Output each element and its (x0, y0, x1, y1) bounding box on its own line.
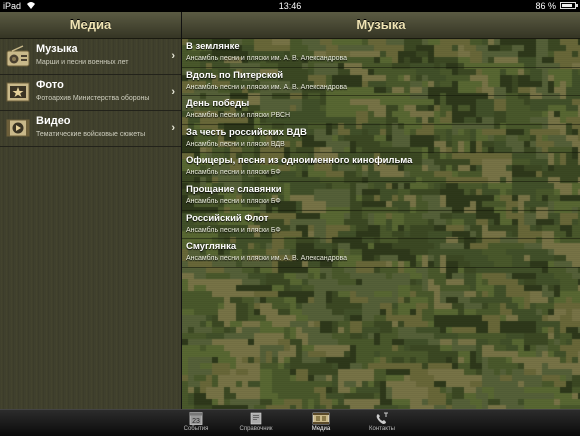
track-title: В землянке (186, 41, 240, 52)
track-title: Прощание славянки (186, 184, 282, 195)
track-title: День победы (186, 98, 250, 110)
track-row[interactable]: Вдоль по Питерской Ансамбль песни и пляск… (182, 68, 580, 97)
track-artist: Ансамбль песни и пляски РВСН (186, 112, 291, 120)
tab-label: Медиа (311, 426, 331, 432)
radio-icon (6, 45, 30, 67)
calendar-icon: 23 (189, 412, 203, 425)
track-title: Российский Флот (186, 212, 269, 224)
menu-item-subtitle: Тематические войсковые сюжеты (36, 131, 146, 138)
media-header: Медиа (0, 12, 181, 39)
tab-events[interactable]: 23 События (166, 410, 226, 436)
status-bar: iPad 13:46 86 % (0, 0, 580, 12)
tab-media[interactable]: Медиа (291, 410, 351, 436)
chevron-right-icon: › (171, 122, 175, 134)
menu-item-video[interactable]: Видео Тематические войсковые сюжеты › (0, 111, 181, 147)
tab-label: Справочник (239, 426, 273, 432)
tab-contacts[interactable]: Контакты (352, 410, 412, 436)
phone-icon (376, 412, 388, 424)
chevron-right-icon: › (171, 86, 175, 98)
tab-label: События (183, 426, 209, 432)
track-artist: Ансамбль песни и пляски им. А. В. Алекса… (186, 255, 348, 263)
book-icon (250, 412, 262, 425)
film-icon (312, 412, 330, 425)
clock: 13:46 (278, 1, 302, 11)
track-row[interactable]: Офицеры, песня из одноименного кинофильм… (182, 153, 580, 182)
track-artist: Ансамбль песни и пляски им. А. В. Алекса… (186, 55, 348, 62)
track-list: В землянке Ансамбль песни и пляски им. А.… (182, 39, 580, 409)
tab-label: Контакты (369, 426, 395, 432)
music-header: Музыка (182, 12, 580, 39)
chevron-right-icon: › (171, 50, 175, 62)
track-title: За честь российских ВДВ (186, 126, 307, 138)
menu-item-photo[interactable]: Фото Фотоархив Министерства обороны › (0, 75, 181, 111)
track-title: Смуглянка (186, 241, 237, 253)
menu-item-subtitle: Марши и песни военных лет (36, 59, 129, 66)
media-menu: Музыка Марши и песни военных лет › Фото … (0, 39, 181, 409)
track-row[interactable]: День победы Ансамбль песни и пляски РВСН (182, 96, 580, 125)
track-title: Вдоль по Питерской (186, 69, 284, 81)
menu-item-subtitle: Фотоархив Министерства обороны (36, 95, 150, 102)
battery-icon (560, 2, 578, 9)
track-artist: Ансамбль песни и пляски им. А. В. Алекса… (186, 83, 348, 91)
track-row[interactable]: Российский Флот Ансамбль песни и пляски Б… (182, 211, 580, 240)
calendar-day: 23 (192, 418, 200, 425)
track-row[interactable]: За честь российских ВДВ Ансамбль песни и … (182, 125, 580, 154)
track-title: Офицеры, песня из одноименного кинофильм… (186, 155, 413, 167)
track-artist: Ансамбль песни и пляски БФ (186, 226, 281, 234)
battery-percent: 86 % (535, 1, 556, 11)
photo-icon (6, 82, 30, 102)
track-artist: Ансамбль песни и пляски ВДВ (186, 140, 285, 148)
tab-reference[interactable]: Справочник (226, 410, 286, 436)
track-row[interactable]: Смуглянка Ансамбль песни и пляски им. А. … (182, 239, 580, 268)
video-icon (6, 119, 30, 137)
menu-item-music[interactable]: Музыка Марши и песни военных лет › (0, 39, 181, 75)
menu-item-title: Музыка (36, 43, 78, 55)
menu-item-title: Видео (36, 115, 71, 127)
menu-item-title: Фото (36, 79, 64, 91)
track-row[interactable]: В землянке Ансамбль песни и пляски им. А.… (182, 39, 580, 68)
track-artist: Ансамбль песни и пляски БФ (186, 198, 281, 205)
track-row[interactable]: Прощание славянки Ансамбль песни и пляски… (182, 182, 580, 211)
tab-bar: 23 События Справочник Медиа Контакты (0, 409, 580, 436)
track-artist: Ансамбль песни и пляски БФ (186, 169, 281, 177)
